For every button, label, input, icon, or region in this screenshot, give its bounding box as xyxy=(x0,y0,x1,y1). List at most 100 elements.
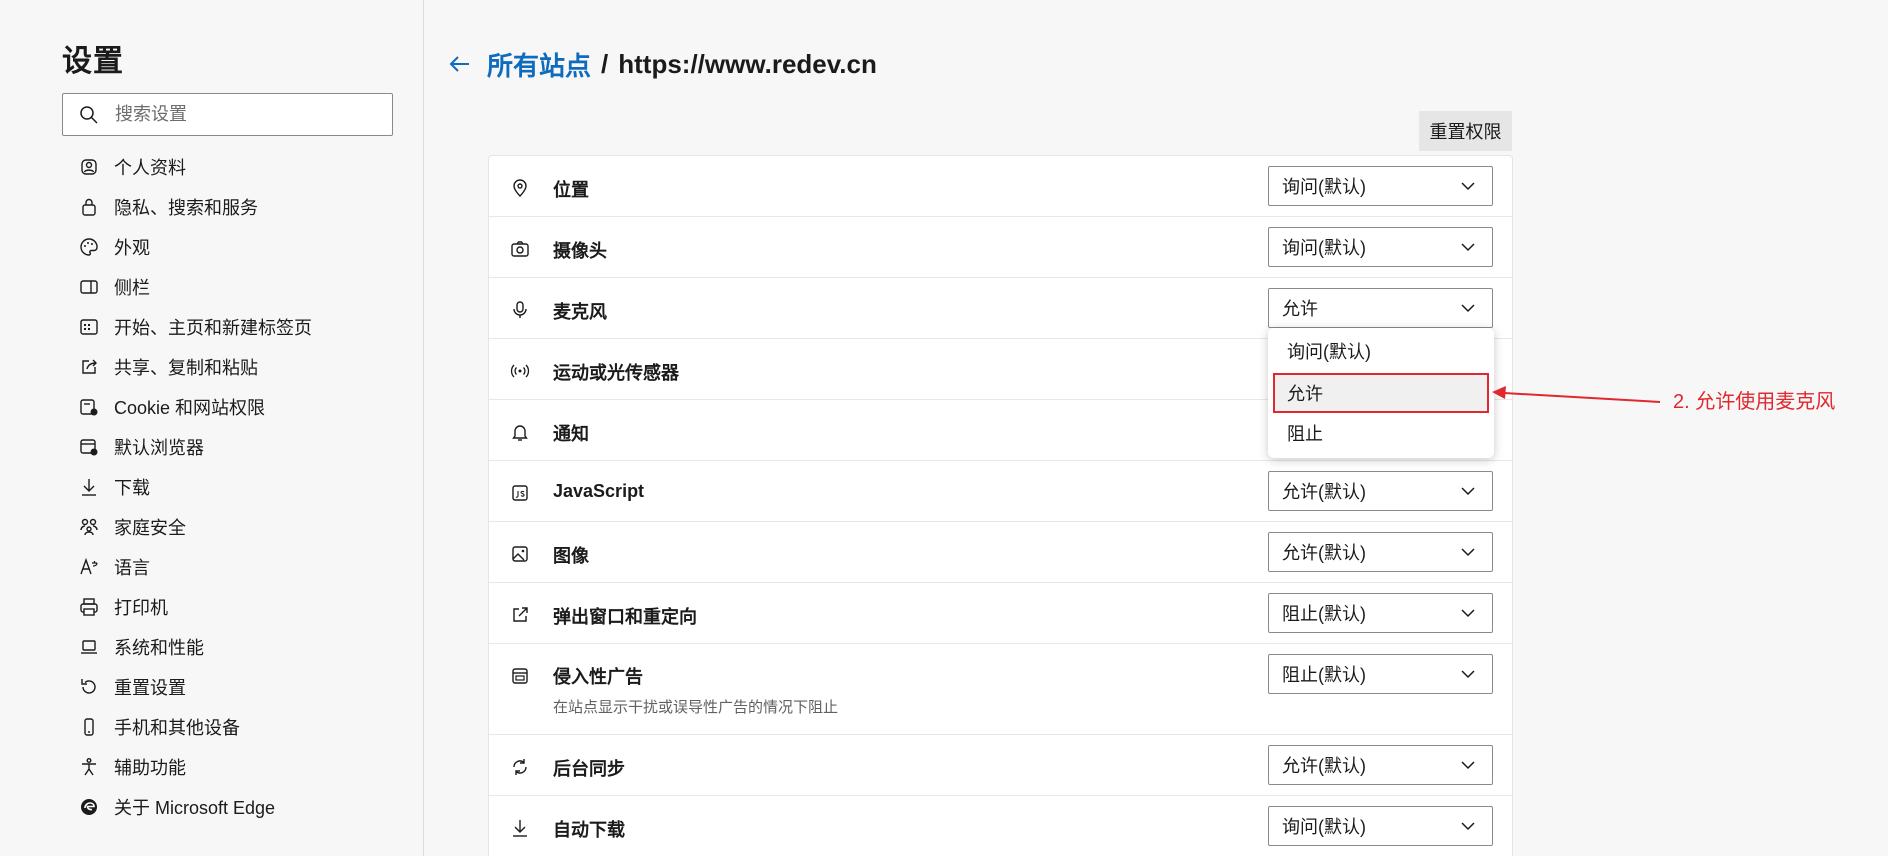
sidebar-item-label: 侧栏 xyxy=(114,278,150,298)
popups-select[interactable]: 阻止(默认) xyxy=(1268,593,1493,633)
ads-icon xyxy=(509,665,531,687)
laptop-icon xyxy=(78,636,100,658)
automatic-downloads-select[interactable]: 询问(默认) xyxy=(1268,806,1493,846)
images-select[interactable]: 允许(默认) xyxy=(1268,532,1493,572)
sidebar-item-label: 打印机 xyxy=(114,598,168,618)
search-icon xyxy=(80,105,98,124)
palette-icon xyxy=(78,236,100,258)
accessibility-icon xyxy=(78,756,100,778)
sidebar-item-appearance[interactable]: 外观 xyxy=(62,227,402,267)
sidebar-item-label: 个人资料 xyxy=(114,158,186,178)
permission-row-location: 位置 询问(默认) xyxy=(489,156,1512,217)
sidebar-nav: 个人资料 隐私、搜索和服务 外观 侧栏 开始、主页和新建标签页 共享、复制和粘贴 xyxy=(62,147,402,827)
select-value: 询问(默认) xyxy=(1282,238,1366,258)
javascript-select[interactable]: 允许(默认) xyxy=(1268,471,1493,511)
permission-label: 麦克风 xyxy=(553,302,607,322)
sidebar-item-label: 重置设置 xyxy=(114,678,186,698)
dropdown-option-allow[interactable]: 允许 xyxy=(1273,373,1489,413)
permission-row-automatic-downloads: 自动下载 询问(默认) xyxy=(489,796,1512,856)
sidebar-item-language[interactable]: 语言 xyxy=(62,547,402,587)
background-sync-select[interactable]: 允许(默认) xyxy=(1268,745,1493,785)
sidebar-item-cookies[interactable]: Cookie 和网站权限 xyxy=(62,387,402,427)
microphone-icon xyxy=(509,299,531,321)
lock-icon xyxy=(78,196,100,218)
site-permissions-icon xyxy=(78,396,100,418)
chevron-down-icon xyxy=(1461,304,1475,313)
chevron-down-icon xyxy=(1461,182,1475,191)
intrusive-ads-select[interactable]: 阻止(默认) xyxy=(1268,654,1493,694)
default-browser-icon xyxy=(78,436,100,458)
chevron-down-icon xyxy=(1461,670,1475,679)
sidebar-item-label: 语言 xyxy=(114,558,150,578)
permission-row-intrusive-ads: 侵入性广告 在站点显示干扰或误导性广告的情况下阻止 阻止(默认) xyxy=(489,644,1512,735)
permission-label: 运动或光传感器 xyxy=(553,363,679,383)
location-select[interactable]: 询问(默认) xyxy=(1268,166,1493,206)
sidebar-item-privacy[interactable]: 隐私、搜索和服务 xyxy=(62,187,402,227)
search-input[interactable] xyxy=(115,104,375,125)
sidebar-item-label: 默认浏览器 xyxy=(114,438,204,458)
download-icon xyxy=(509,817,531,839)
sidebar-item-printer[interactable]: 打印机 xyxy=(62,587,402,627)
breadcrumb: 所有站点 / https://www.redev.cn xyxy=(447,46,877,82)
sidebar-item-reset[interactable]: 重置设置 xyxy=(62,667,402,707)
microphone-dropdown-menu: 询问(默认) 允许 阻止 xyxy=(1268,328,1494,458)
search-box[interactable] xyxy=(62,93,393,136)
sidebar-item-share[interactable]: 共享、复制和粘贴 xyxy=(62,347,402,387)
sidebar-icon xyxy=(78,276,100,298)
chevron-down-icon xyxy=(1461,609,1475,618)
edge-logo-icon xyxy=(78,796,100,818)
sidebar-item-default-browser[interactable]: 默认浏览器 xyxy=(62,427,402,467)
back-arrow-icon[interactable] xyxy=(447,51,473,77)
main-content: 所有站点 / https://www.redev.cn 重置权限 位置 询问(默… xyxy=(425,0,1888,856)
sidebar-item-label: 隐私、搜索和服务 xyxy=(114,198,258,218)
sidebar: 设置 个人资料 隐私、搜索和服务 外观 侧栏 xyxy=(0,0,424,856)
breadcrumb-separator: / xyxy=(601,48,609,79)
camera-select[interactable]: 询问(默认) xyxy=(1268,227,1493,267)
chevron-down-icon xyxy=(1461,761,1475,770)
permission-label: 弹出窗口和重定向 xyxy=(553,607,697,627)
sidebar-item-about[interactable]: 关于 Microsoft Edge xyxy=(62,787,402,827)
camera-icon xyxy=(509,238,531,260)
sidebar-item-sidebar[interactable]: 侧栏 xyxy=(62,267,402,307)
download-icon xyxy=(78,476,100,498)
sidebar-item-accessibility[interactable]: 辅助功能 xyxy=(62,747,402,787)
sidebar-item-label: 家庭安全 xyxy=(114,518,186,538)
sidebar-item-label: 系统和性能 xyxy=(114,638,204,658)
sidebar-item-start-home[interactable]: 开始、主页和新建标签页 xyxy=(62,307,402,347)
permission-description: 在站点显示干扰或误导性广告的情况下阻止 xyxy=(553,699,839,716)
reset-permissions-button[interactable]: 重置权限 xyxy=(1419,111,1512,151)
sidebar-item-devices[interactable]: 手机和其他设备 xyxy=(62,707,402,747)
permission-label: JavaScript xyxy=(553,481,645,501)
permission-label: 自动下载 xyxy=(553,820,625,840)
printer-icon xyxy=(78,596,100,618)
permission-label: 摄像头 xyxy=(553,241,607,261)
annotation-label: 2. 允许使用麦克风 xyxy=(1673,391,1836,413)
sidebar-item-label: 共享、复制和粘贴 xyxy=(114,358,258,378)
select-value: 允许(默认) xyxy=(1282,482,1366,502)
sidebar-item-label: 下载 xyxy=(114,478,150,498)
phone-icon xyxy=(78,716,100,738)
permission-label: 侵入性广告 xyxy=(553,667,643,687)
sidebar-item-downloads[interactable]: 下载 xyxy=(62,467,402,507)
microphone-select[interactable]: 允许 xyxy=(1268,288,1493,328)
dropdown-option-block[interactable]: 阻止 xyxy=(1274,414,1488,452)
location-icon xyxy=(509,177,531,199)
sync-icon xyxy=(509,756,531,778)
sidebar-item-profile[interactable]: 个人资料 xyxy=(62,147,402,187)
breadcrumb-all-sites-link[interactable]: 所有站点 xyxy=(487,46,591,83)
select-value: 允许(默认) xyxy=(1282,756,1366,776)
sidebar-item-label: 外观 xyxy=(114,238,150,258)
settings-window: 设置 个人资料 隐私、搜索和服务 外观 侧栏 xyxy=(0,0,1888,856)
select-value: 询问(默认) xyxy=(1282,817,1366,837)
share-icon xyxy=(78,356,100,378)
sidebar-title: 设置 xyxy=(62,45,124,78)
sidebar-item-system[interactable]: 系统和性能 xyxy=(62,627,402,667)
sensor-icon xyxy=(509,360,531,382)
sidebar-item-label: 关于 Microsoft Edge xyxy=(114,798,276,818)
select-value: 询问(默认) xyxy=(1282,177,1366,197)
profile-icon xyxy=(78,156,100,178)
sidebar-item-label: 手机和其他设备 xyxy=(114,718,240,738)
sidebar-item-family[interactable]: 家庭安全 xyxy=(62,507,402,547)
dropdown-option-ask[interactable]: 询问(默认) xyxy=(1274,332,1488,370)
select-value: 允许(默认) xyxy=(1282,543,1366,563)
